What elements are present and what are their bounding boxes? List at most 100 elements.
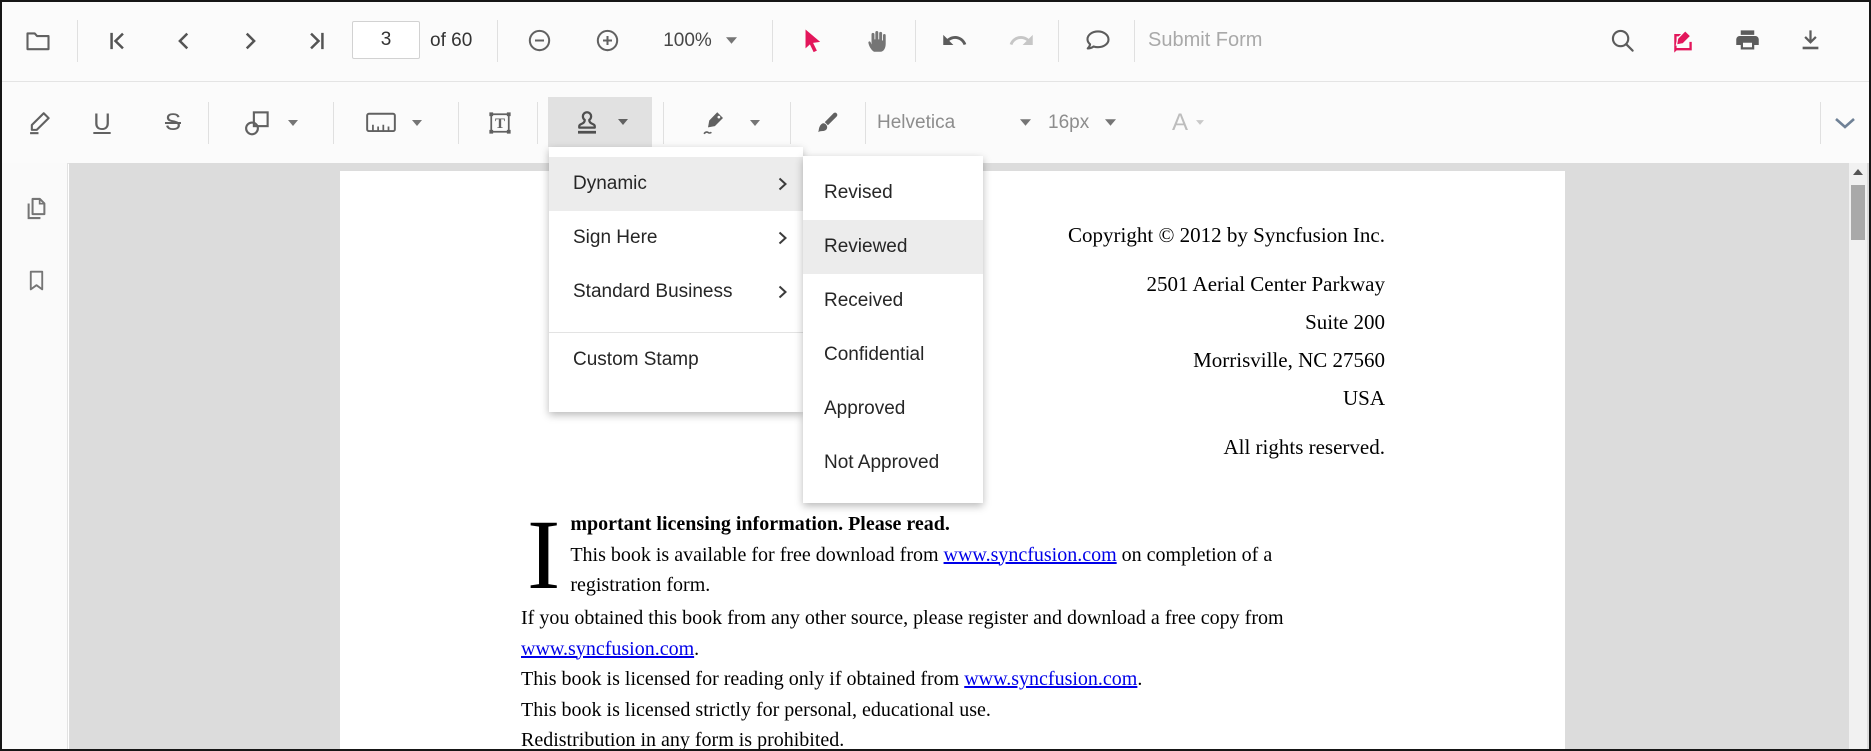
chevron-left-icon	[171, 28, 197, 54]
zoom-level-value: 100%	[663, 30, 712, 52]
page-number-input[interactable]	[352, 21, 420, 59]
left-sidebar	[0, 163, 68, 751]
underline-button[interactable]: U	[80, 82, 124, 163]
first-page-button[interactable]	[95, 0, 139, 81]
font-family-dropdown[interactable]: Helvetica	[877, 82, 1037, 163]
next-page-button[interactable]	[228, 0, 272, 81]
vertical-scrollbar[interactable]	[1849, 163, 1867, 751]
comment-bubble-icon	[1084, 27, 1112, 55]
annotation-toolbar: U S T	[0, 82, 1871, 164]
scroll-up-button[interactable]	[1849, 163, 1867, 180]
previous-page-button[interactable]	[162, 0, 206, 81]
font-size-dropdown[interactable]: 16px	[1048, 82, 1116, 163]
separator	[458, 102, 459, 144]
caret-down-icon	[288, 120, 298, 126]
submenu-arrow-icon	[778, 285, 787, 299]
print-button[interactable]	[1725, 0, 1769, 81]
syncfusion-link[interactable]: www.syncfusion.com	[521, 638, 694, 660]
highlighter-icon	[26, 109, 54, 137]
caret-down-icon	[726, 37, 737, 44]
undo-button[interactable]	[932, 0, 976, 81]
redo-icon	[1008, 27, 1035, 54]
menu-item-label: Revised	[824, 182, 893, 204]
calibrate-dropdown[interactable]	[352, 82, 436, 163]
chevron-right-icon	[237, 28, 263, 54]
download-button[interactable]	[1788, 0, 1832, 81]
licensing-lead: Important licensing information. Please …	[521, 509, 1461, 601]
last-page-button[interactable]	[295, 0, 339, 81]
zoom-in-button[interactable]	[585, 0, 629, 81]
annotation-edit-button[interactable]	[1661, 0, 1705, 81]
redo-button[interactable]	[999, 0, 1043, 81]
bookmark-panel-button[interactable]	[14, 258, 58, 302]
shapes-dropdown[interactable]	[228, 82, 312, 163]
search-button[interactable]	[1600, 0, 1644, 81]
strikethrough-button[interactable]: S	[151, 82, 195, 163]
caret-down-icon	[618, 119, 628, 125]
caret-down-icon	[750, 120, 760, 126]
collapse-annotation-toolbar-button[interactable]	[1823, 82, 1867, 163]
pan-tool-button[interactable]	[856, 0, 900, 81]
rights-line: All rights reserved.	[1068, 429, 1385, 465]
scroll-up-arrow-icon	[1853, 169, 1863, 175]
submit-form-button[interactable]: Submit Form	[1148, 0, 1262, 81]
comment-button[interactable]	[1076, 0, 1120, 81]
signature-pen-icon	[700, 108, 730, 138]
free-text-button[interactable]: T	[478, 82, 522, 163]
separator	[497, 20, 498, 62]
body-text: on completion of a	[1117, 544, 1273, 566]
stamp-menu-item-dynamic[interactable]: Dynamic	[549, 157, 803, 211]
drop-cap: I	[527, 515, 560, 603]
font-size-value: 16px	[1048, 112, 1089, 134]
submenu-item-reviewed[interactable]: Reviewed	[803, 220, 983, 274]
body-text: This book is available for free download…	[570, 544, 943, 566]
stamp-menu-item-standard-business[interactable]: Standard Business	[549, 265, 803, 319]
separator	[865, 102, 866, 144]
menu-item-label: Confidential	[824, 344, 924, 366]
separator	[1134, 20, 1135, 62]
copyright-line: Copyright © 2012 by Syncfusion Inc.	[1068, 217, 1385, 253]
submenu-item-received[interactable]: Received	[803, 274, 983, 328]
zoom-out-button[interactable]	[517, 0, 561, 81]
syncfusion-link[interactable]: www.syncfusion.com	[964, 668, 1137, 690]
body-text: Redistribution in any form is prohibited…	[521, 729, 844, 751]
syncfusion-link[interactable]: www.syncfusion.com	[944, 544, 1117, 566]
search-icon	[1609, 27, 1636, 54]
body-text: .	[694, 638, 699, 660]
print-icon	[1734, 27, 1761, 54]
address-line: 2501 Aerial Center Parkway	[1068, 266, 1385, 302]
menu-item-label: Sign Here	[573, 227, 658, 249]
text-select-tool-button[interactable]	[790, 0, 834, 81]
submenu-item-revised[interactable]: Revised	[803, 166, 983, 220]
free-text-icon: T	[485, 108, 515, 138]
shapes-icon	[242, 108, 272, 138]
underline-icon: U	[93, 109, 110, 137]
strikethrough-icon: S	[165, 109, 181, 137]
separator	[1058, 20, 1059, 62]
address-line: Morrisville, NC 27560	[1068, 342, 1385, 378]
stamp-menu-item-sign-here[interactable]: Sign Here	[549, 211, 803, 265]
submenu-item-confidential[interactable]: Confidential	[803, 328, 983, 382]
submenu-item-approved[interactable]: Approved	[803, 382, 983, 436]
stamp-dropdown[interactable]	[548, 97, 652, 147]
highlight-button[interactable]	[18, 82, 62, 163]
ink-button[interactable]	[805, 82, 849, 163]
open-file-button[interactable]	[12, 0, 64, 81]
separator	[537, 102, 538, 144]
licensing-heading: mportant licensing information. Please r…	[570, 513, 950, 535]
address-line: Suite 200	[1068, 304, 1385, 340]
menu-item-label: Standard Business	[573, 281, 733, 303]
licensing-rest: If you obtained this book from any other…	[521, 603, 1461, 751]
stamp-menu-item-custom-stamp[interactable]: Custom Stamp	[549, 333, 803, 387]
menu-item-label: Approved	[824, 398, 905, 420]
brush-icon	[813, 109, 841, 137]
copyright-block: Copyright © 2012 by Syncfusion Inc. 2501…	[1068, 217, 1385, 465]
body-text: .	[1137, 668, 1142, 690]
font-color-dropdown[interactable]: A	[1166, 82, 1210, 163]
submenu-item-not-approved[interactable]: Not Approved	[803, 436, 983, 490]
zoom-level-dropdown[interactable]: 100%	[650, 0, 750, 81]
scrollbar-thumb[interactable]	[1851, 185, 1865, 240]
submenu-arrow-icon	[778, 177, 787, 191]
thumbnail-panel-button[interactable]	[14, 186, 58, 230]
address-line: USA	[1068, 380, 1385, 416]
